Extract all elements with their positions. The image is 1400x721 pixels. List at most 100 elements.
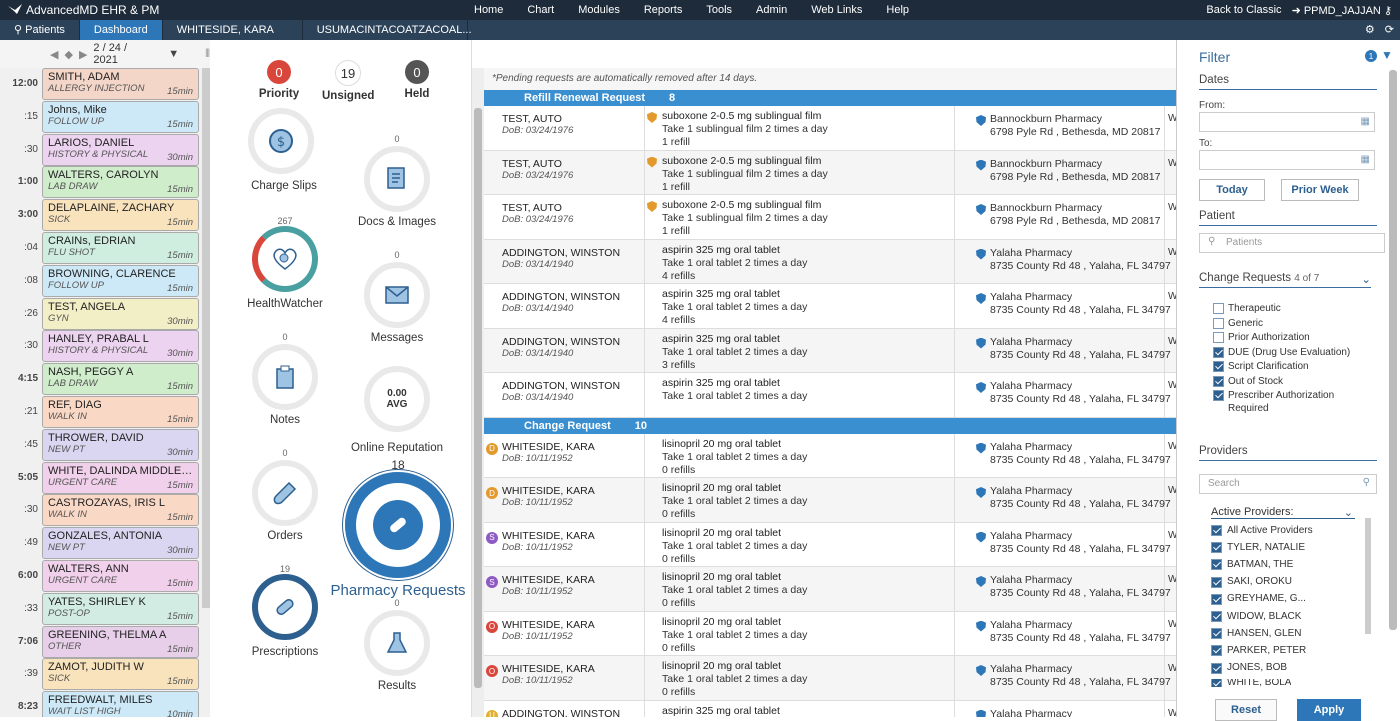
appointment-card[interactable]: LARIOS, DANIEL HISTORY & PHYSICAL 30min — [42, 133, 199, 166]
appointment-card[interactable]: GREENING, THELMA A OTHER 15min — [42, 625, 199, 658]
apply-button[interactable]: Apply — [1297, 699, 1361, 721]
docs-images-widget[interactable]: 0 Docs & Images — [358, 134, 436, 228]
tab-patient-usumacinta[interactable]: USUMACINTACOATZACOAL... — [303, 20, 472, 40]
checkbox[interactable] — [1211, 542, 1222, 554]
calendar-icon[interactable]: ▦ — [1361, 116, 1370, 127]
appointment-card[interactable]: YATES, SHIRLEY K POST-OP 15min — [42, 592, 199, 625]
gear-icon[interactable]: ⚙ — [1365, 20, 1375, 40]
request-row[interactable]: O WHITESIDE, KARA DoB: 10/11/1952 lisinopri… — [484, 611, 1176, 656]
request-row[interactable]: D WHITESIDE, KARA DoB: 10/11/1952 lisinopri… — [484, 478, 1176, 523]
checkbox[interactable] — [1213, 390, 1224, 401]
patient-name[interactable]: ADDINGTON, WINSTON — [502, 708, 642, 718]
pharmacy-requests-widget[interactable]: 18 Pharmacy Requests — [328, 458, 468, 599]
tab-patient-whiteside[interactable]: WHITESIDE, KARA FRAN — [163, 20, 303, 56]
menu-item-chart[interactable]: Chart — [515, 0, 566, 20]
prev-arrow-icon[interactable]: ◀ — [50, 48, 58, 61]
checkbox[interactable] — [1213, 346, 1224, 358]
orders-widget[interactable]: 0 Orders — [250, 448, 320, 542]
patient-name[interactable]: ADDINGTON, WINSTON — [502, 291, 642, 303]
provider-scrollbar[interactable] — [1365, 518, 1371, 634]
appointment-card[interactable]: DELAPLAINE, ZACHARY SICK 15min — [42, 199, 199, 232]
menu-item-tools[interactable]: Tools — [694, 0, 744, 20]
appointment-card[interactable]: ZAMOT, JUDITH W SICK 15min — [42, 658, 199, 691]
request-row[interactable]: U ADDINGTON, WINSTON aspirin 325 mg oral t… — [484, 700, 1176, 718]
checkbox[interactable] — [1213, 317, 1224, 329]
checkbox[interactable] — [1211, 559, 1222, 571]
checkbox[interactable] — [1213, 332, 1224, 343]
patient-name[interactable]: WHITESIDE, KARA — [502, 441, 642, 453]
from-date-input[interactable]: ▦ — [1199, 112, 1375, 132]
request-row[interactable]: TEST, AUTO DoB: 03/24/1976 suboxone 2-0.5 … — [484, 150, 1176, 195]
request-row[interactable]: TEST, AUTO DoB: 03/24/1976 suboxone 2-0.5 … — [484, 195, 1176, 240]
back-to-classic-link[interactable]: Back to Classic — [1206, 4, 1281, 17]
checkbox[interactable] — [1211, 525, 1222, 536]
change-option[interactable]: Generic — [1213, 317, 1353, 330]
provider-item[interactable]: WIDOW, BLACK — [1211, 610, 1301, 622]
patient-name[interactable]: ADDINGTON, WINSTON — [502, 380, 642, 392]
provider-item[interactable]: JONES, BOB — [1211, 662, 1287, 674]
appointment-card[interactable]: HANLEY, PRABAL L HISTORY & PHYSICAL 30min — [42, 330, 199, 363]
appointment-card[interactable]: BROWNING, CLARENCE FOLLOW UP 15min — [42, 264, 199, 297]
provider-search-input[interactable]: Search ⚲ — [1199, 474, 1377, 494]
appointment-card[interactable]: GONZALES, ANTONIA NEW PT 30min — [42, 527, 199, 560]
today-diamond-icon[interactable]: ◆ — [64, 48, 72, 61]
user-menu[interactable]: ➜ PPMD_JAJJAN ⚷ — [1292, 4, 1392, 17]
patient-search-input[interactable]: ⚲ Patients — [1199, 233, 1385, 253]
patient-name[interactable]: WHITESIDE, KARA — [502, 574, 642, 586]
filter-icon[interactable]: ▼ — [168, 48, 179, 60]
calendar-icon[interactable]: ▦ — [1361, 154, 1370, 165]
menu-item-modules[interactable]: Modules — [566, 0, 632, 20]
refresh-icon[interactable]: ⟳ — [1385, 20, 1394, 40]
change-section-header[interactable]: Change Request 10 — [484, 417, 1176, 434]
to-date-input[interactable]: ▦ — [1199, 150, 1375, 170]
request-row[interactable]: S WHITESIDE, KARA DoB: 10/11/1952 lisinopri… — [484, 567, 1176, 612]
request-row[interactable]: ADDINGTON, WINSTON DoB: 03/14/1940 aspirin… — [484, 239, 1176, 284]
menu-item-web-links[interactable]: Web Links — [799, 0, 874, 20]
patient-name[interactable]: WHITESIDE, KARA — [502, 530, 642, 542]
provider-item[interactable]: SAKI, OROKU — [1211, 576, 1292, 588]
results-widget[interactable]: 0 Results — [360, 598, 434, 692]
request-row[interactable]: ADDINGTON, WINSTON DoB: 03/14/1940 aspirin… — [484, 328, 1176, 373]
messages-widget[interactable]: 0 Messages — [360, 250, 434, 344]
tab-dashboard[interactable]: Dashboard — [79, 20, 163, 40]
appointment-card[interactable]: THROWER, DAVID NEW PT 30min — [42, 428, 199, 461]
checkbox[interactable] — [1211, 662, 1222, 674]
appointment-card[interactable]: NASH, PEGGY A LAB DRAW 15min — [42, 363, 199, 396]
appointment-card[interactable]: REF, DIAG WALK IN 15min — [42, 396, 199, 428]
patient-name[interactable]: TEST, AUTO — [502, 202, 642, 214]
request-row[interactable]: O WHITESIDE, KARA DoB: 10/11/1952 lisinopri… — [484, 656, 1176, 701]
active-providers-dropdown[interactable]: Active Providers: ⌄ — [1211, 506, 1355, 519]
checkbox[interactable] — [1211, 611, 1222, 622]
charge-slips-widget[interactable]: $ Charge Slips — [248, 108, 320, 192]
checkbox[interactable] — [1213, 303, 1224, 314]
dashboard-scrollbar[interactable] — [472, 68, 484, 717]
patient-name[interactable]: TEST, AUTO — [502, 113, 642, 125]
provider-item[interactable]: BATMAN, THE — [1211, 558, 1293, 571]
refill-section-header[interactable]: Refill Renewal Request 8 — [484, 90, 1176, 106]
tab-patients[interactable]: ⚲ Patients — [0, 20, 80, 40]
appointment-card[interactable]: FREEDWALT, MILES WAIT LIST HIGH 10min — [42, 691, 199, 717]
change-option[interactable]: Therapeutic — [1213, 302, 1353, 315]
provider-item[interactable]: GREYHAME, G... — [1211, 593, 1306, 605]
online-reputation-widget[interactable]: 0.00 AVG Online Reputation — [350, 366, 444, 454]
patient-name[interactable]: ADDINGTON, WINSTON — [502, 247, 642, 259]
checkbox[interactable] — [1213, 375, 1224, 387]
request-row[interactable]: S WHITESIDE, KARA DoB: 10/11/1952 lisinopri… — [484, 522, 1176, 567]
patient-name[interactable]: WHITESIDE, KARA — [502, 619, 642, 631]
reset-button[interactable]: Reset — [1215, 699, 1277, 721]
request-row[interactable]: ADDINGTON, WINSTON DoB: 03/14/1940 aspirin… — [484, 284, 1176, 329]
schedule-scrollbar[interactable] — [202, 68, 210, 608]
menu-item-reports[interactable]: Reports — [632, 0, 695, 20]
next-arrow-icon[interactable]: ▶ — [79, 48, 87, 61]
appointment-card[interactable]: Johns, Mike FOLLOW UP 15min — [42, 100, 199, 133]
filter-scrollbar[interactable] — [1389, 70, 1397, 630]
app-logo[interactable]: AdvancedMD EHR & PM — [0, 3, 300, 17]
provider-item[interactable]: All Active Providers — [1211, 524, 1313, 536]
patient-name[interactable]: WHITESIDE, KARA — [502, 663, 642, 675]
request-row[interactable]: TEST, AUTO DoB: 03/24/1976 suboxone 2-0.5 … — [484, 106, 1176, 151]
request-row[interactable]: D WHITESIDE, KARA DoB: 10/11/1952 lisinopri… — [484, 433, 1176, 478]
appointment-card[interactable]: TEST, ANGELA GYN 30min — [42, 297, 199, 330]
checkbox[interactable] — [1211, 678, 1222, 687]
priority-widget[interactable]: 0 Priority — [258, 60, 300, 100]
menu-item-admin[interactable]: Admin — [744, 0, 799, 20]
